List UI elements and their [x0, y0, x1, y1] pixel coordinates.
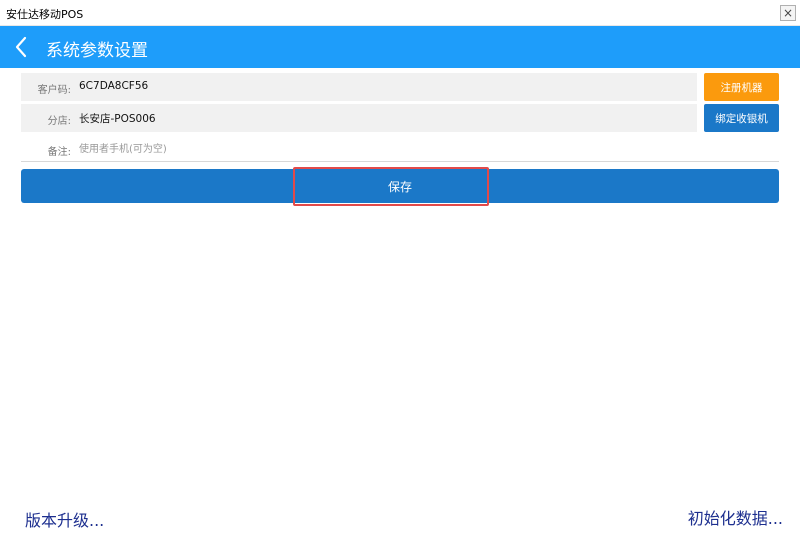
customer-code-label: 客户码: — [37, 85, 71, 96]
initialize-data-link[interactable]: 初始化数据... — [688, 505, 783, 529]
register-machine-button[interactable]: 注册机器 — [704, 73, 779, 101]
branch-row: 分店: 长安店-POS006 — [21, 104, 697, 132]
customer-code-value: 6C7DA8CF56 — [79, 80, 149, 92]
version-upgrade-link[interactable]: 版本升级... — [25, 507, 104, 531]
chevron-left-icon[interactable] — [12, 34, 34, 60]
note-label: 备注: — [47, 147, 71, 158]
bind-register-button[interactable]: 绑定收银机 — [704, 104, 779, 132]
close-icon[interactable]: × — [780, 5, 796, 21]
customer-code-row: 客户码: 6C7DA8CF56 — [21, 73, 697, 101]
window-title: 安仕达移动POS — [6, 8, 84, 21]
page-header: 系统参数设置 — [0, 26, 800, 68]
window-titlebar: 安仕达移动POS × — [0, 0, 800, 26]
branch-value: 长安店-POS006 — [79, 113, 156, 125]
note-row: 备注: — [21, 136, 779, 162]
note-input[interactable] — [79, 140, 769, 158]
branch-label: 分店: — [47, 116, 71, 127]
page-title: 系统参数设置 — [46, 41, 148, 61]
save-button[interactable]: 保存 — [21, 169, 779, 203]
